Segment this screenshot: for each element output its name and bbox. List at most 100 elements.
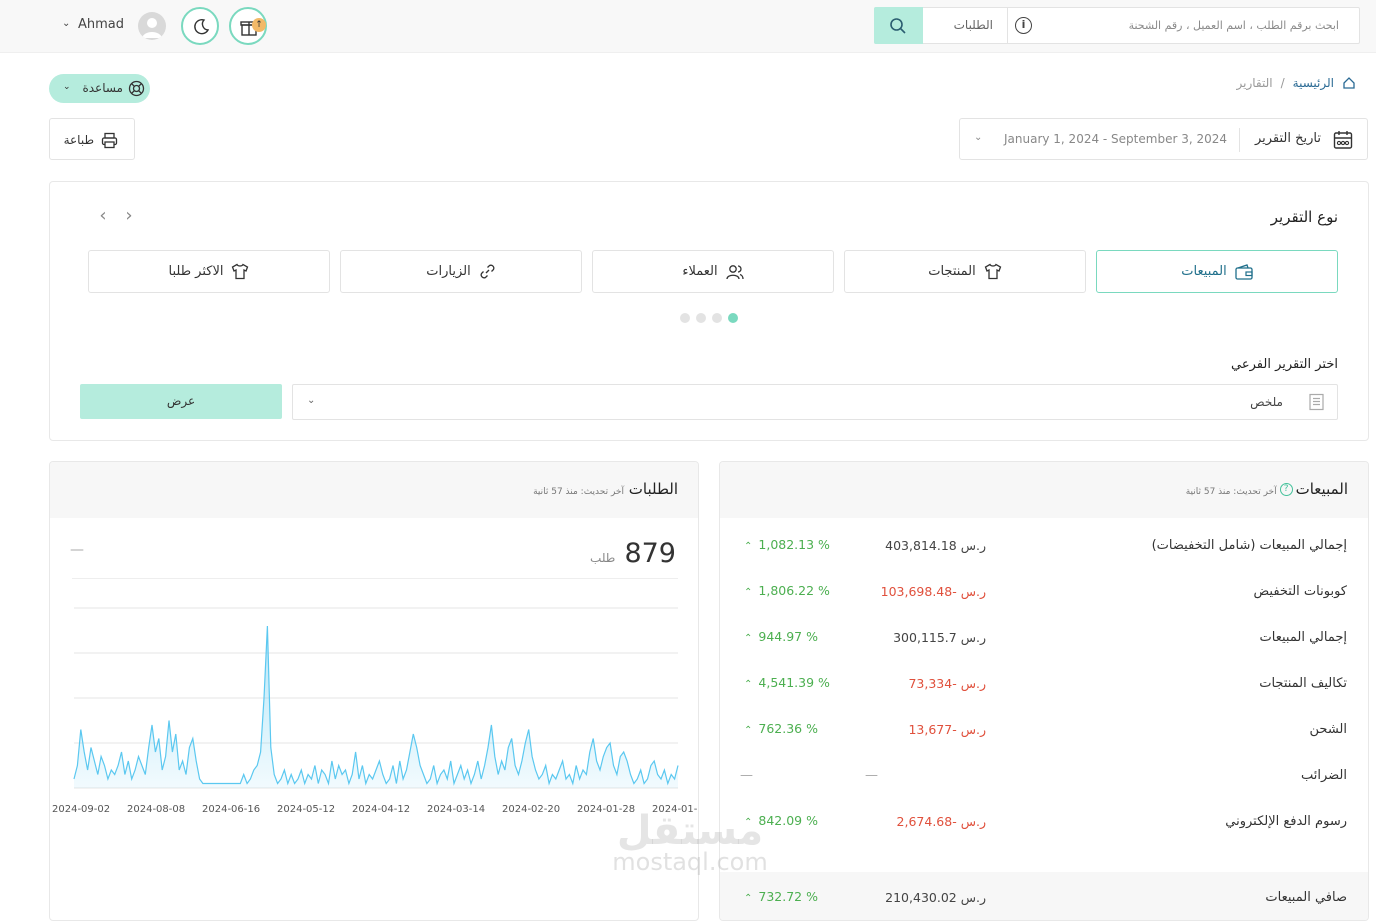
sales-row-amount-empty: — (865, 768, 878, 783)
x-tick-label: 2024-04-12 (352, 804, 410, 815)
sales-row: الضرائب — — (720, 756, 1368, 802)
arrow-up-icon: ⌃ (744, 893, 753, 904)
search-input[interactable] (1019, 8, 1359, 43)
sales-row-label: الشحن (1309, 722, 1347, 737)
users-icon (725, 264, 744, 279)
report-date-picker[interactable]: تاريخ التقرير January 1, 2024 - Septembe… (959, 118, 1368, 160)
tab-most-ordered[interactable]: الاكثر طلبا (88, 250, 330, 293)
sales-row-change: ⌃ 842.09 % (744, 813, 818, 828)
carousel-nav: ‹ › (90, 205, 142, 226)
sales-panel: المبيعات?آخر تحديث: منذ 57 ثانية إجمالي … (719, 461, 1369, 921)
help-label: مساعدة (82, 81, 123, 95)
search-button[interactable] (874, 7, 923, 44)
currency: ر.س (960, 630, 986, 645)
wallet-icon (1235, 263, 1253, 280)
sales-row-label: الضرائب (1300, 768, 1347, 783)
sub-report-select[interactable]: ملخص ⌄ (292, 384, 1338, 420)
report-type-card: نوع التقرير ‹ › المبيعات المنتجات العملاء… (49, 181, 1369, 441)
sales-row-change-empty: — (740, 768, 753, 783)
carousel-dot[interactable] (696, 313, 706, 323)
tab-most-ordered-label: الاكثر طلبا (168, 264, 224, 279)
gift-button[interactable]: ↑ (229, 7, 267, 45)
amount-value: -103,698.48 (880, 584, 957, 599)
sales-row-amount: ر.س -2,674.68 (897, 814, 986, 829)
help-button[interactable]: مساعدة ⌄ (49, 74, 150, 103)
sales-total-label: صافي المبيعات (1265, 890, 1347, 905)
sales-header: المبيعات?آخر تحديث: منذ 57 ثانية (720, 462, 1368, 518)
x-tick-label: 2024-01-0 (652, 804, 699, 815)
chevron-left-icon[interactable]: ‹ (90, 205, 116, 226)
orders-updated: آخر تحديث: منذ 57 ثانية (533, 487, 624, 497)
x-tick-label: 2024-09-02 (52, 804, 110, 815)
report-type-title: نوع التقرير (1270, 208, 1338, 226)
sales-row-label: تكاليف المنتجات (1259, 676, 1347, 691)
currency: ر.س (960, 676, 986, 691)
orders-count-unit: طلب (590, 551, 616, 565)
currency: ر.س (960, 722, 986, 737)
sales-row-label: إجمالي المبيعات (1259, 630, 1347, 645)
top-bar: i الطلبات ⌄ ↑ Ahmad ⌄ (0, 0, 1376, 53)
tab-visits[interactable]: الزيارات (340, 250, 582, 293)
currency: ر.س (960, 538, 986, 553)
avatar (138, 12, 166, 40)
user-name: Ahmad (78, 17, 125, 32)
sales-row-amount: ر.س -13,677 (908, 722, 986, 737)
chevron-right-icon[interactable]: › (116, 205, 142, 226)
sales-row-change: ⌃ 1,082.13 % (744, 537, 830, 552)
tab-customers[interactable]: العملاء (592, 250, 834, 293)
tab-products[interactable]: المنتجات (844, 250, 1086, 293)
sales-row-change: ⌃ 944.97 % (744, 629, 818, 644)
show-button[interactable]: عرض (80, 384, 282, 419)
tab-customers-label: العملاء (682, 264, 718, 279)
orders-title: الطلبات (628, 480, 678, 498)
sales-total-row: صافي المبيعات ر.س 210,430.02 ⌃ 732.72 % (720, 872, 1368, 920)
orders-change-dash: — (70, 542, 84, 558)
sales-row: تكاليف المنتجات ر.س -73,334 ⌃ 4,541.39 % (720, 664, 1368, 710)
change-value: 944.97 % (758, 629, 818, 644)
arrow-up-icon: ⌃ (744, 587, 753, 598)
x-tick-label: 2024-05-12 (277, 804, 335, 815)
sales-title: المبيعات (1295, 480, 1348, 498)
sales-row-change: ⌃ 762.36 % (744, 721, 818, 736)
info-icon[interactable]: i (1015, 17, 1032, 34)
sales-row: رسوم الدفع الإلكتروني ر.س -2,674.68 ⌃ 842… (720, 802, 1368, 848)
dark-mode-toggle[interactable] (181, 7, 219, 45)
search-icon (890, 18, 906, 34)
orders-count-value: 879 (624, 538, 676, 569)
change-value: 4,541.39 % (758, 675, 830, 690)
carousel-dot-active[interactable] (728, 313, 738, 323)
carousel-dot[interactable] (712, 313, 722, 323)
amount-value: 403,814.18 (885, 538, 957, 553)
sales-updated: آخر تحديث: منذ 57 ثانية (1185, 487, 1277, 497)
sales-row-amount: ر.س -73,334 (908, 676, 986, 691)
moon-icon (194, 18, 210, 35)
arrow-up-icon: ⌃ (744, 541, 753, 552)
global-search: i الطلبات ⌄ (874, 7, 1360, 44)
x-tick-label: 2024-06-16 (202, 804, 260, 815)
chevron-down-icon: ⌄ (974, 132, 983, 143)
sales-row-label: إجمالي المبيعات (شامل التخفيضات) (1151, 538, 1347, 553)
breadcrumb-home[interactable]: الرئيسية (1293, 76, 1334, 90)
shirt-icon (232, 263, 249, 280)
x-tick-label: 2024-08-08 (127, 804, 185, 815)
divider (72, 578, 678, 579)
help-circle-icon[interactable]: ? (1279, 483, 1293, 496)
printer-icon (101, 132, 118, 149)
date-divider (1239, 128, 1240, 152)
user-menu[interactable]: Ahmad ⌄ (60, 11, 170, 41)
tab-visits-label: الزيارات (426, 264, 471, 279)
tab-sales-label: المبيعات (1181, 264, 1227, 279)
chart-series-line (73, 625, 679, 786)
print-button[interactable]: طباعة (49, 118, 135, 160)
home-icon[interactable] (1342, 76, 1356, 90)
orders-panel: الطلبات آخر تحديث: منذ 57 ثانية 879 طلب … (49, 461, 699, 921)
tab-sales[interactable]: المبيعات (1096, 250, 1338, 293)
chevron-down-icon: ⌄ (63, 82, 71, 92)
orders-title-wrap: الطلبات آخر تحديث: منذ 57 ثانية (533, 480, 678, 498)
sub-report-value: ملخص (1250, 395, 1283, 409)
x-tick-label: 2024-01-28 (577, 804, 635, 815)
carousel-dot[interactable] (680, 313, 690, 323)
orders-header: الطلبات آخر تحديث: منذ 57 ثانية (50, 462, 698, 518)
arrow-up-icon: ⌃ (744, 633, 753, 644)
x-tick-label: 2024-02-20 (502, 804, 560, 815)
